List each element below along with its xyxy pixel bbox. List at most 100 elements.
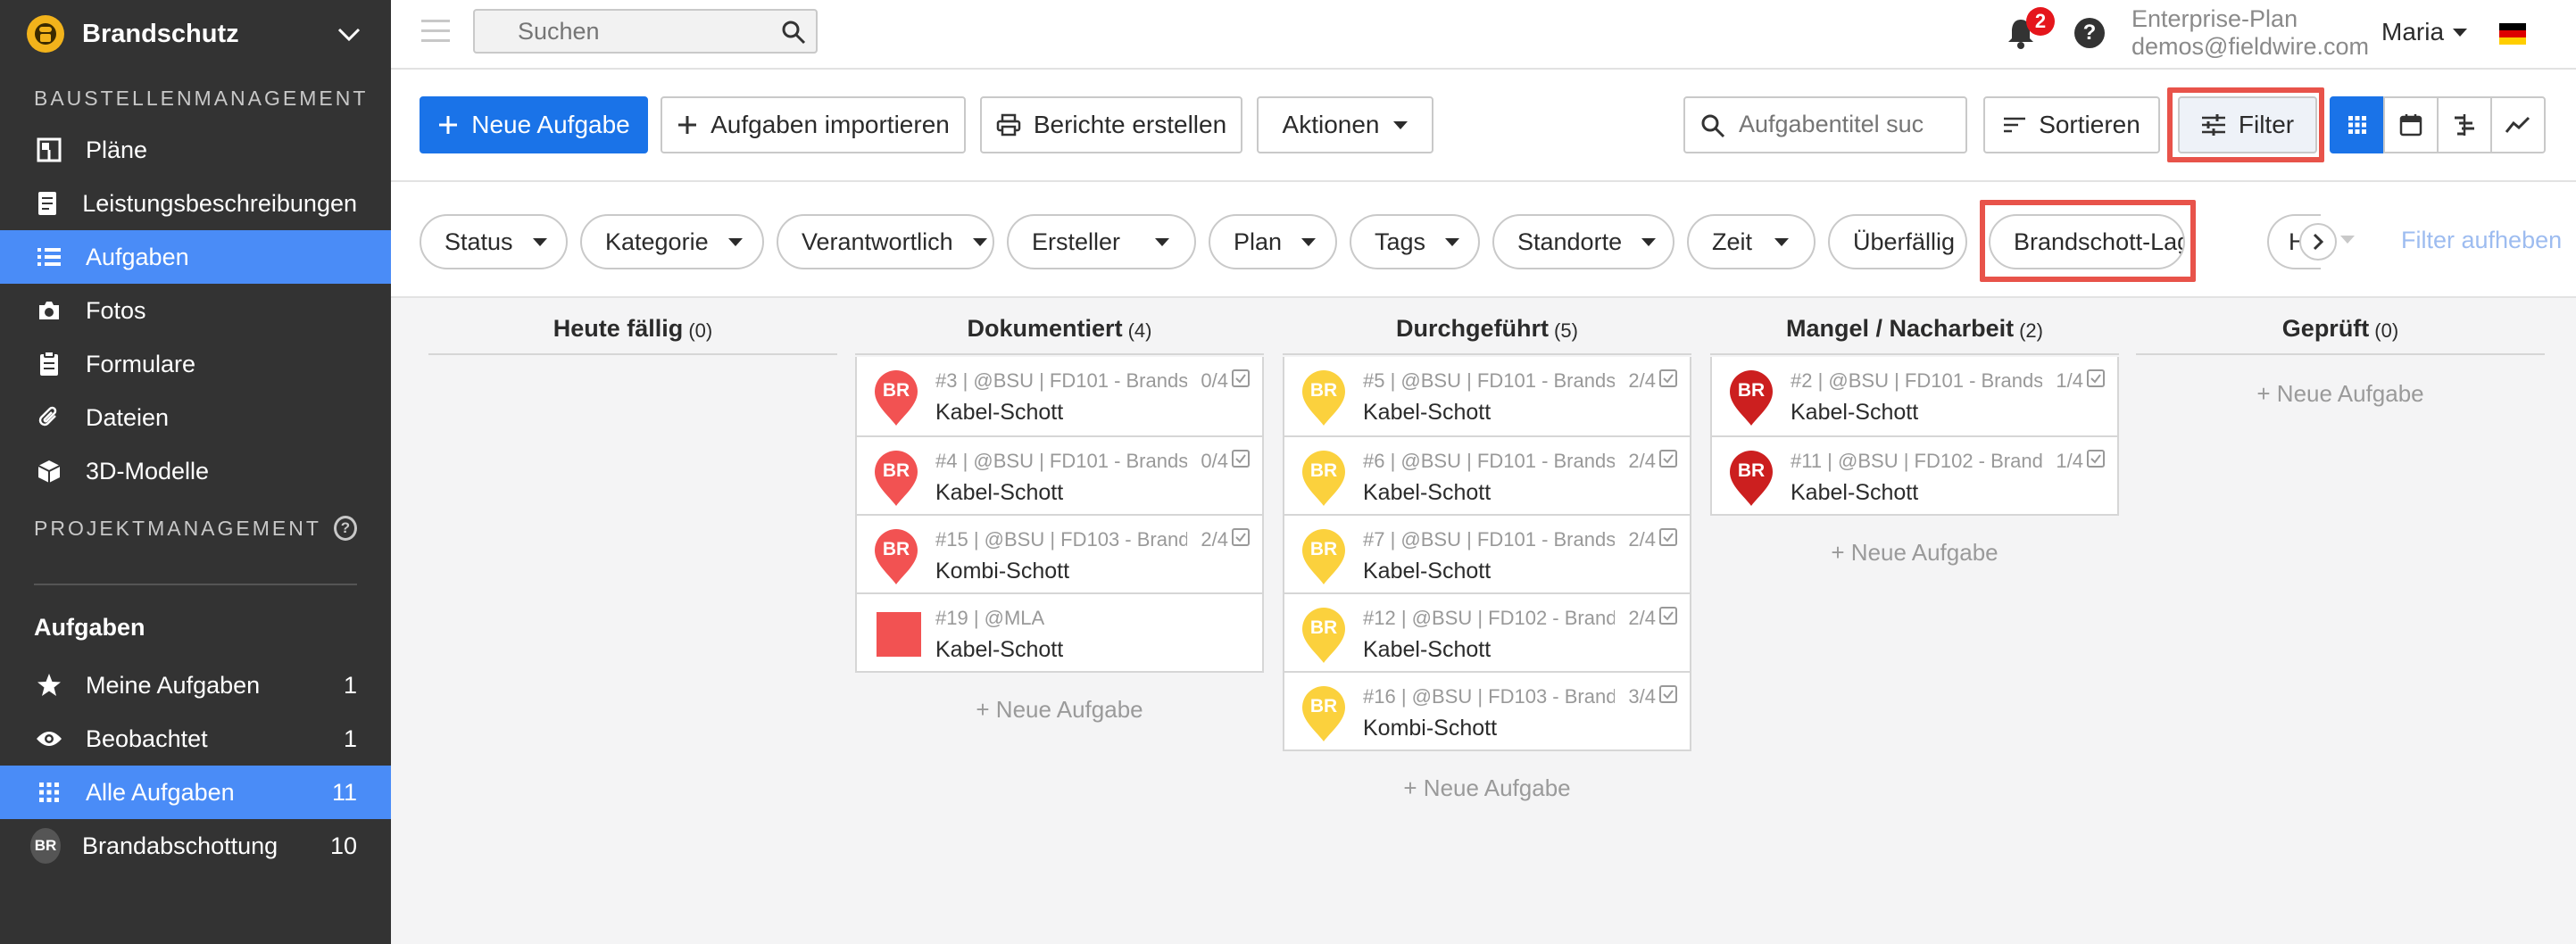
task-meta: #5 | @BSU | FD101 - Brands... xyxy=(1363,369,1615,392)
global-search[interactable] xyxy=(473,9,818,54)
task-pin-initials: BR xyxy=(1737,460,1766,481)
calendar-view-icon[interactable] xyxy=(2383,96,2439,153)
task-card[interactable]: BR #16 | @BSU | FD103 - Brand... 3/4 Kombi-… xyxy=(1284,671,1690,749)
task-title: Kabel-Schott xyxy=(935,637,1064,662)
chevron-down-icon[interactable] xyxy=(334,19,364,49)
filter-chip-label: Ersteller xyxy=(1032,228,1121,255)
column-count: (0) xyxy=(688,319,713,342)
filter-chip-4[interactable]: Plan xyxy=(1209,214,1337,269)
checkbox-icon xyxy=(1232,450,1250,473)
task-filter-item-0[interactable]: Meine Aufgaben 1 xyxy=(0,658,391,712)
task-title-search-input[interactable] xyxy=(1739,111,1962,138)
caret-down-icon xyxy=(1301,237,1317,246)
board-column-3: Mangel / Nacharbeit (2) BR #2 | @BSU | FD10… xyxy=(1710,298,2119,567)
new-task-link[interactable]: + Neue Aufgabe xyxy=(1710,539,2119,567)
global-search-input[interactable] xyxy=(475,11,743,52)
sidebar-item-1[interactable]: Leistungsbeschreibungen xyxy=(0,177,391,230)
task-filter-item-1[interactable]: Beobachtet 1 xyxy=(0,712,391,766)
actions-dropdown[interactable]: Aktionen xyxy=(1257,96,1433,153)
sidebar-item-0[interactable]: Pläne xyxy=(0,123,391,177)
task-card[interactable]: BR #2 | @BSU | FD101 - Brands... 1/4 Kabel-… xyxy=(1712,357,2117,435)
task-card[interactable]: #19 | @MLA Kabel-Schott xyxy=(857,592,1262,671)
column-header: Mangel / Nacharbeit (2) xyxy=(1710,298,2119,355)
new-task-link[interactable]: + Neue Aufgabe xyxy=(1283,774,1691,802)
task-card[interactable]: BR #6 | @BSU | FD101 - Brands... 2/4 Kabel-… xyxy=(1284,435,1690,514)
task-meta: #15 | @BSU | FD103 - Brand... xyxy=(935,528,1187,551)
sort-button[interactable]: Sortieren xyxy=(1983,96,2160,153)
task-filter-item-3[interactable]: BR Brandabschottung 10 xyxy=(0,819,391,873)
kanban-board: Heute fällig (0) Dokumentiert (4) BR #3 | @BS… xyxy=(391,298,2576,944)
clear-filters-link[interactable]: Filter aufheben xyxy=(2401,227,2562,254)
task-pin-initials: BR xyxy=(1309,539,1338,559)
search-icon[interactable] xyxy=(780,19,807,46)
sidebar-item-label: Pläne xyxy=(86,136,148,163)
task-pin-initials: BR xyxy=(882,539,910,559)
task-card[interactable]: BR #3 | @BSU | FD101 - Brands... 0/4 Kabel-… xyxy=(857,357,1262,435)
checklist-count: 2/4 xyxy=(1628,450,1656,472)
filter-chip-7[interactable]: Zeit xyxy=(1687,214,1816,269)
column-title: Heute fällig xyxy=(553,315,684,342)
column-title: Durchgeführt xyxy=(1396,315,1550,342)
task-filter-count: 1 xyxy=(343,725,357,752)
card-list: BR #5 | @BSU | FD101 - Brands... 2/4 Kabel-… xyxy=(1283,357,1691,751)
new-task-link[interactable]: + Neue Aufgabe xyxy=(855,696,1264,724)
task-filter-item-2[interactable]: Alle Aufgaben 11 xyxy=(0,766,391,819)
filter-chip-1[interactable]: Kategorie xyxy=(580,214,764,269)
sidebar-item-4[interactable]: Formulare xyxy=(0,337,391,391)
checklist-count: 2/4 xyxy=(1628,607,1656,629)
filter-button[interactable]: Filter xyxy=(2178,96,2317,153)
task-card[interactable]: BR #15 | @BSU | FD103 - Brand... 2/4 Kombi-… xyxy=(857,514,1262,592)
help-icon[interactable]: ? xyxy=(2074,18,2105,48)
filter-chip-9[interactable]: Brandschott-Lage xyxy=(1989,214,2185,269)
gantt-view-icon[interactable] xyxy=(2437,96,2492,153)
filter-chip-2[interactable]: Verantwortlich xyxy=(777,214,994,269)
task-filter-label: Beobachtet xyxy=(86,725,208,752)
filter-chip-0[interactable]: Status xyxy=(420,214,568,269)
grid-view-icon[interactable] xyxy=(2330,96,2385,153)
filter-chip-8[interactable]: Überfällig xyxy=(1828,214,1967,269)
new-task-link[interactable]: + Neue Aufgabe xyxy=(2136,380,2545,408)
german-flag-icon[interactable] xyxy=(2499,23,2526,45)
plans-icon xyxy=(34,135,64,165)
task-filter-label: Brandabschottung xyxy=(82,832,278,859)
task-meta: #16 | @BSU | FD103 - Brand... xyxy=(1363,685,1615,708)
task-card[interactable]: BR #4 | @BSU | FD101 - Brands... 0/4 Kabel-… xyxy=(857,435,1262,514)
checkbox-icon xyxy=(2087,369,2105,393)
task-card[interactable]: BR #12 | @BSU | FD102 - Brand... 2/4 Kabel-… xyxy=(1284,592,1690,671)
new-task-button[interactable]: Neue Aufgabe xyxy=(420,96,648,153)
filter-chip-label: Plan xyxy=(1234,228,1283,255)
checkbox-icon xyxy=(1659,607,1677,630)
checklist-count: 2/4 xyxy=(1628,369,1656,392)
filter-chip-bar: Status Kategorie Verantwortlich Ersteller Pl… xyxy=(391,182,2576,298)
chevron-right-icon[interactable] xyxy=(2299,223,2337,261)
hamburger-menu-icon[interactable] xyxy=(421,20,450,46)
specs-icon xyxy=(34,188,61,219)
task-checklist-progress: 3/4 xyxy=(1628,685,1677,708)
user-menu[interactable]: Maria xyxy=(2381,18,2468,46)
sidebar-item-5[interactable]: Dateien xyxy=(0,391,391,444)
help-circle-icon[interactable]: ? xyxy=(333,516,357,541)
actions-label: Aktionen xyxy=(1282,111,1380,138)
checkbox-icon xyxy=(1659,450,1677,473)
column-header: Durchgeführt (5) xyxy=(1283,298,1691,355)
task-meta: #4 | @BSU | FD101 - Brands... xyxy=(935,450,1187,472)
task-title: Kabel-Schott xyxy=(1791,400,1919,425)
project-switcher[interactable]: Brandschutz xyxy=(0,0,391,68)
filter-chip-6[interactable]: Standorte xyxy=(1492,214,1674,269)
filter-chip-5[interactable]: Tags xyxy=(1350,214,1480,269)
task-title-search[interactable] xyxy=(1683,96,1967,153)
task-card[interactable]: BR #11 | @BSU | FD102 - Brand... 1/4 Kabel-… xyxy=(1712,435,2117,514)
task-card[interactable]: BR #5 | @BSU | FD101 - Brands... 2/4 Kabel-… xyxy=(1284,357,1690,435)
sidebar-item-2[interactable]: Aufgaben xyxy=(0,230,391,284)
import-tasks-button[interactable]: Aufgaben importieren xyxy=(661,96,966,153)
sidebar-item-6[interactable]: 3D-Modelle xyxy=(0,444,391,498)
clipboard-icon xyxy=(34,349,64,379)
card-list: BR #3 | @BSU | FD101 - Brands... 0/4 Kabel-… xyxy=(855,357,1264,673)
sliders-icon xyxy=(2201,114,2226,136)
sidebar-item-3[interactable]: Fotos xyxy=(0,284,391,337)
caret-down-icon xyxy=(1155,237,1169,246)
task-card[interactable]: BR #7 | @BSU | FD101 - Brands... 2/4 Kabel-… xyxy=(1284,514,1690,592)
analytics-view-icon[interactable] xyxy=(2490,96,2546,153)
create-reports-button[interactable]: Berichte erstellen xyxy=(980,96,1242,153)
filter-chip-3[interactable]: Ersteller xyxy=(1007,214,1196,269)
